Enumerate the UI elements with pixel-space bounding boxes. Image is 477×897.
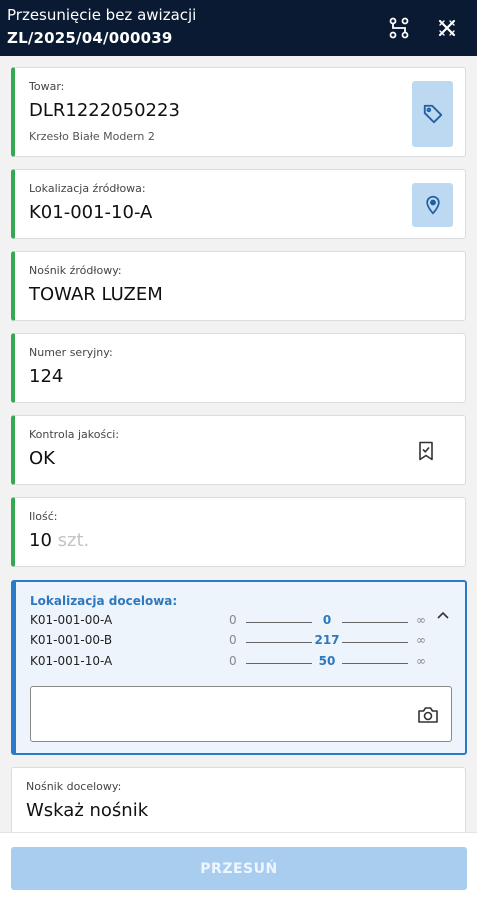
source-carrier-value: TOWAR LUZEM	[29, 284, 163, 305]
range-line	[246, 622, 312, 623]
range-line	[246, 663, 312, 664]
destination-row[interactable]: K01-001-10-A 0 50 ∞	[30, 654, 435, 672]
destination-row-value: 0	[322, 613, 332, 627]
serial-number-label: Numer seryjny:	[29, 346, 113, 359]
source-location-field: Lokalizacja źródłowa: K01-001-10-A	[11, 169, 466, 239]
destination-row-max: ∞	[416, 633, 426, 647]
quantity-value[interactable]: 10 szt.	[29, 530, 89, 551]
quantity-field[interactable]: Ilość: 10 szt.	[11, 497, 466, 567]
chevron-up-icon	[437, 611, 449, 619]
document-number: ZL/2025/04/000039	[7, 29, 173, 47]
page-title: Przesunięcie bez awizacji	[7, 6, 197, 24]
tag-icon	[423, 104, 442, 124]
route-button[interactable]	[384, 13, 414, 43]
source-location-button[interactable]	[412, 183, 453, 227]
destination-row-min: 0	[229, 654, 237, 668]
source-carrier-field: Nośnik źródłowy: TOWAR LUZEM	[11, 251, 466, 321]
destination-location-label: Lokalizacja docelowa:	[30, 594, 178, 608]
quantity-unit: szt.	[57, 530, 90, 551]
destination-row-location: K01-001-10-A	[30, 654, 113, 668]
app-header: Przesunięcie bez awizacji ZL/2025/04/000…	[0, 0, 477, 56]
route-icon	[389, 17, 409, 39]
destination-row-value: 217	[314, 633, 340, 647]
camera-button[interactable]	[417, 705, 439, 725]
form-content[interactable]: Towar: DLR1222050223 Krzesło Białe Moder…	[0, 56, 477, 832]
quality-control-field: Kontrola jakości: OK	[11, 415, 466, 485]
target-carrier-field[interactable]: Nośnik docelowy: Wskaż nośnik	[11, 767, 466, 832]
source-location-label: Lokalizacja źródłowa:	[29, 182, 146, 195]
quantity-number: 10	[29, 530, 52, 551]
target-carrier-value: Wskaż nośnik	[26, 800, 149, 821]
target-carrier-label: Nośnik docelowy:	[26, 780, 122, 793]
quality-control-button[interactable]	[415, 440, 437, 462]
destination-scan-input[interactable]	[30, 686, 452, 742]
range-line	[246, 642, 312, 643]
source-carrier-label: Nośnik źródłowy:	[29, 264, 122, 277]
quality-control-label: Kontrola jakości:	[29, 428, 120, 441]
camera-icon	[418, 707, 438, 723]
quantity-label: Ilość:	[29, 510, 58, 523]
move-button[interactable]: PRZESUŃ	[11, 847, 467, 890]
source-location-value: K01-001-10-A	[29, 202, 153, 223]
product-description: Krzesło Białe Modern 2	[29, 130, 155, 143]
product-value: DLR1222050223	[29, 100, 180, 121]
destination-row-min: 0	[229, 633, 237, 647]
range-line	[342, 642, 408, 643]
product-tag-button[interactable]	[412, 81, 453, 147]
close-button[interactable]	[432, 13, 462, 43]
close-icon	[438, 19, 456, 37]
destination-row-max: ∞	[416, 613, 426, 627]
destination-row[interactable]: K01-001-00-A 0 0 ∞	[30, 613, 435, 631]
destination-row-value: 50	[318, 654, 336, 668]
destination-row-location: K01-001-00-A	[30, 613, 113, 627]
location-pin-icon	[425, 195, 440, 215]
footer-bar: PRZESUŃ	[0, 832, 477, 897]
product-field: Towar: DLR1222050223 Krzesło Białe Moder…	[11, 67, 466, 157]
bookmark-check-icon	[419, 441, 433, 461]
quality-control-value: OK	[29, 448, 55, 469]
serial-number-field: Numer seryjny: 124	[11, 333, 466, 403]
product-label: Towar:	[29, 80, 65, 93]
destination-row[interactable]: K01-001-00-B 0 217 ∞	[30, 633, 435, 651]
collapse-button[interactable]	[435, 606, 451, 620]
serial-number-value: 124	[29, 366, 64, 387]
destination-row-min: 0	[229, 613, 237, 627]
destination-row-max: ∞	[416, 654, 426, 668]
range-line	[342, 622, 408, 623]
destination-row-location: K01-001-00-B	[30, 633, 113, 647]
destination-location-panel: Lokalizacja docelowa: K01-001-00-A 0 0 ∞…	[11, 580, 467, 755]
range-line	[342, 663, 408, 664]
